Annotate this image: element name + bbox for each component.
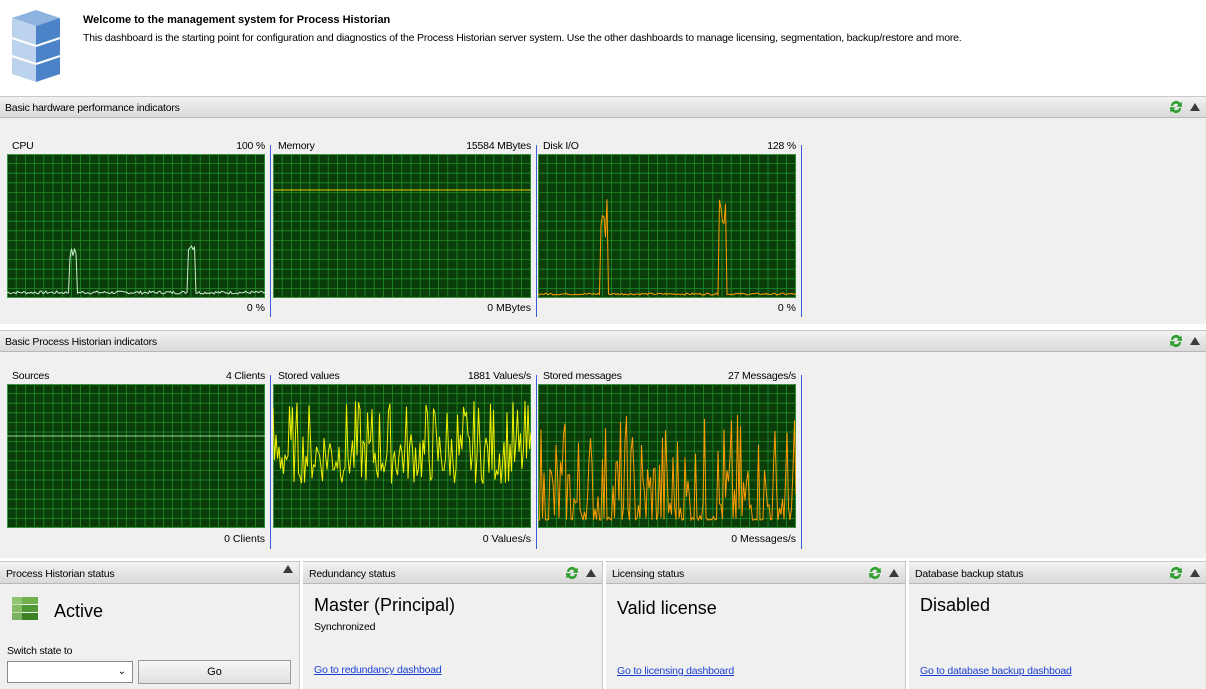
refresh-icon[interactable] (1168, 99, 1184, 115)
historian-section-body: Sources 4 Clients 0 Clients Stored value… (0, 352, 1206, 558)
sources-gauge: Sources 4 Clients 0 Clients (7, 370, 271, 552)
database-status-icon (12, 597, 38, 620)
redundancy-status-panel: Redundancy status Master (Principal) Syn… (303, 561, 603, 689)
sources-min: 0 Clients (224, 533, 265, 545)
go-button[interactable]: Go (138, 660, 291, 684)
historian-section-title: Basic Process Historian indicators (5, 336, 157, 348)
panel-title: Redundancy status (309, 568, 396, 580)
cpu-gauge: CPU 100 % 0 % (7, 140, 271, 320)
collapse-icon[interactable] (1190, 337, 1200, 345)
sources-graph (7, 384, 265, 528)
panel-header: Licensing status (606, 561, 905, 584)
scale-bracket (266, 145, 271, 317)
collapse-icon[interactable] (889, 569, 899, 577)
panel-title: Database backup status (915, 568, 1024, 580)
stored-values-label: Stored values (278, 370, 340, 382)
memory-gauge: Memory 15584 MBytes 0 MBytes (273, 140, 537, 320)
stored-values-gauge: Stored values 1881 Values/s 0 Values/s (273, 370, 537, 552)
collapse-icon[interactable] (283, 565, 293, 573)
switch-state-label: Switch state to (7, 645, 73, 657)
disk-gauge: Disk I/O 128 % 0 % (538, 140, 802, 320)
stored-messages-gauge: Stored messages 27 Messages/s 0 Messages… (538, 370, 802, 552)
sources-label: Sources (12, 370, 50, 382)
page-description: This dashboard is the starting point for… (83, 32, 962, 44)
scale-bracket (532, 145, 537, 317)
refresh-icon[interactable] (1168, 565, 1184, 581)
cpu-max: 100 % (236, 140, 265, 152)
panel-title: Process Historian status (6, 568, 115, 580)
refresh-icon[interactable] (564, 565, 580, 581)
switch-state-select[interactable]: ⌄ (7, 661, 133, 683)
refresh-icon[interactable] (1168, 333, 1184, 349)
collapse-icon[interactable] (1190, 103, 1200, 111)
stored-values-max: 1881 Values/s (467, 370, 531, 382)
redundancy-substate: Synchronized (314, 621, 376, 633)
server-stack-icon (11, 10, 61, 82)
disk-max: 128 % (767, 140, 796, 152)
hardware-section-body: CPU 100 % 0 % Memory 15584 MBytes 0 MByt… (0, 118, 1206, 324)
memory-max: 15584 MBytes (466, 140, 531, 152)
stored-messages-graph (538, 384, 796, 528)
database-backup-status-panel: Database backup status Disabled Go to da… (909, 561, 1206, 689)
backup-state: Disabled (920, 595, 991, 615)
memory-min: 0 MBytes (487, 302, 531, 314)
stored-messages-max: 27 Messages/s (727, 370, 796, 382)
stored-values-graph (273, 384, 531, 528)
cpu-min: 0 % (246, 302, 265, 314)
licensing-status-panel: Licensing status Valid license Go to lic… (606, 561, 906, 689)
stored-messages-min: 0 Messages/s (731, 533, 796, 545)
scale-bracket (532, 375, 537, 549)
panel-title: Licensing status (612, 568, 685, 580)
stored-messages-label: Stored messages (543, 370, 622, 382)
process-historian-status-panel: Process Historian status Active Switch s… (0, 561, 300, 689)
redundancy-state: Master (Principal) (314, 595, 456, 615)
scale-bracket (266, 375, 271, 549)
sources-max: 4 Clients (225, 370, 265, 382)
memory-label: Memory (278, 140, 315, 152)
disk-graph (538, 154, 796, 298)
ph-state: Active (54, 601, 104, 621)
panel-header: Redundancy status (303, 561, 602, 584)
header: Welcome to the management system for Pro… (0, 0, 1206, 95)
licensing-state: Valid license (617, 598, 717, 618)
redundancy-dashboard-link[interactable]: Go to redundancy dashboad (314, 664, 442, 676)
scale-bracket (797, 375, 802, 549)
backup-dashboard-link[interactable]: Go to database backup dashboad (920, 665, 1072, 677)
disk-min: 0 % (777, 302, 796, 314)
refresh-icon[interactable] (867, 565, 883, 581)
licensing-dashboard-link[interactable]: Go to licensing dashboard (617, 665, 734, 677)
memory-graph (273, 154, 531, 298)
hardware-section-header: Basic hardware performance indicators (0, 96, 1206, 118)
chevron-down-icon: ⌄ (117, 666, 126, 677)
page-title: Welcome to the management system for Pro… (83, 14, 391, 26)
cpu-graph (7, 154, 265, 298)
panel-header: Process Historian status (0, 561, 299, 584)
cpu-label: CPU (12, 140, 34, 152)
panel-header: Database backup status (909, 561, 1206, 584)
stored-values-min: 0 Values/s (482, 533, 531, 545)
collapse-icon[interactable] (1190, 569, 1200, 577)
disk-label: Disk I/O (543, 140, 579, 152)
historian-section-header: Basic Process Historian indicators (0, 330, 1206, 352)
collapse-icon[interactable] (586, 569, 596, 577)
hardware-section-title: Basic hardware performance indicators (5, 102, 180, 114)
scale-bracket (797, 145, 802, 317)
